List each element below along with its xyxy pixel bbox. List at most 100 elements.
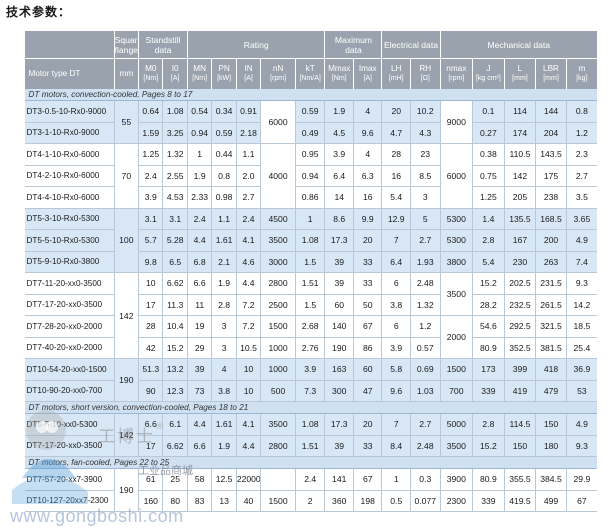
value-cell-lbr: 263 [535,251,567,273]
value-cell-in: 22000 [235,468,261,491]
value-cell-j: 80.9 [472,337,505,359]
value-cell-i0: 4.53 [162,186,188,209]
value-cell-lh: 4.7 [381,122,411,144]
value-cell-rh: 2.48 [409,272,441,295]
group-head-blank [24,31,115,59]
value-cell-l: 150 [503,435,536,457]
value-cell-mn: 83 [186,490,212,512]
table-row: DT7-17-20-xx0-3500 17 6.62 6.6 1.9 4.4 2800 1.5… [24,435,597,457]
value-cell-in: 10 [235,358,261,381]
section-pages: Pages 8 to 17 [141,90,193,99]
table-row: DT5-9-10-Rx0-3800 9.8 6.5 6.8 2.1 4.6 3000 1.5 3… [24,251,597,273]
section-title: DT motors, fan-cooled, Pages 22 to 25 [24,456,597,469]
value-cell-m: 9.3 [565,272,597,295]
value-cell-m0: 6.6 [138,413,163,436]
value-cell-j: 1.4 [472,208,505,230]
max-speed-cell: 6000 [439,143,473,209]
value-cell-mn: 73 [186,380,212,402]
column-unit: [mm] [512,75,528,82]
value-cell-rh: 0.077 [409,490,441,512]
section-header: DT motors, short version, convection-coo… [24,401,597,414]
value-cell-imax: 67 [352,468,382,491]
value-cell-kt: 7.3 [294,380,325,402]
value-cell-m0: 28 [138,315,163,338]
value-cell-mmax: 3.9 [324,143,354,166]
value-cell-pn: 0.8 [211,165,237,187]
value-cell-lbr: 204 [535,122,567,144]
value-cell-rh: 1.93 [409,251,441,273]
value-cell-lh: 12.9 [381,208,411,230]
value-cell-l: 292.5 [503,315,536,338]
value-cell-lbr: 144 [535,100,567,123]
table-row: DT5-5-10-Rx0-5300 5.7 5.28 4.4 1.61 4.1 3500 1.… [24,229,597,252]
value-cell-lbr: 479 [535,380,567,402]
value-cell-lbr: 150 [535,413,567,436]
value-cell-mn: 6.6 [186,435,212,457]
value-cell-kt: 1.08 [294,229,325,252]
value-cell-l: 352.5 [503,337,536,359]
column-head: MN [Nm] [186,58,212,89]
motor-type-cell: DT10-127-20xx7-2300 [24,490,115,512]
group-head-square-flange: Square flange [113,31,139,59]
column-head: RH [Ω] [409,58,441,89]
motor-type-cell: DT3-1-10-Rx0-9000 [24,122,115,144]
value-cell-j: 80.9 [472,468,505,491]
value-cell-mn: 11 [186,294,212,316]
value-cell-pn: 1.9 [211,435,237,457]
column-unit: [Nm] [331,75,347,82]
value-cell-i0: 6.1 [162,413,188,436]
value-cell-in: 4.1 [235,229,261,252]
value-cell-pn: 12.5 [211,468,237,491]
value-cell-lbr: 499 [535,490,567,512]
value-cell-m: 14.2 [565,294,597,316]
value-cell-lh: 7 [381,413,411,436]
value-cell-mmax: 39 [324,251,354,273]
column-symbol: MN [193,64,207,73]
value-cell-m0: 10 [138,272,163,295]
spec-table: Square flangeStandstill dataRatingMaximu… [24,31,597,512]
value-cell-mn: 39 [186,358,212,381]
value-cell-m: 67 [565,490,597,512]
value-cell-lh: 7 [381,229,411,252]
value-cell-rh: 1.03 [409,380,441,402]
value-cell-rh: 0.3 [409,468,441,491]
column-unit: [mm] [543,75,559,82]
value-cell-lh: 5.8 [381,358,411,381]
motor-type-head: Motor type DT [24,58,115,89]
value-cell-nmax: 1500 [439,358,473,381]
table-row: DT4-4-10-Rx0-6000 3.9 4.53 2.33 0.98 2.7 0.86 1… [24,186,597,209]
value-cell-mn: 1 [186,143,212,166]
value-cell-rh: 0.69 [409,358,441,381]
column-unit: [Nm] [192,75,208,82]
value-cell-j: 339 [472,490,505,512]
value-cell-pn: 0.44 [211,143,237,166]
value-cell-j: 54.6 [472,315,505,338]
value-cell-in: 10.5 [235,337,261,359]
value-cell-lh: 6.4 [381,251,411,273]
value-cell-in: 4.1 [235,413,261,436]
value-cell-lbr: 143.5 [535,143,567,166]
motor-type-cell: DT4-2-10-Rx0-6000 [24,165,115,187]
value-cell-pn: 2.8 [211,294,237,316]
column-symbol: nmax [446,64,467,73]
square-flange-cell: 142 [113,413,139,457]
column-unit: [kg] [576,75,588,82]
column-head: L [mm] [503,58,536,89]
value-cell-m: 29.9 [565,468,597,491]
value-cell-nn: 2800 [260,272,296,295]
value-cell-pn: 1.61 [211,413,237,436]
column-head: mm [113,58,139,89]
value-cell-lh: 3.9 [381,337,411,359]
group-head-electrical: Electrical data [381,31,441,59]
value-cell-nn: 500 [260,380,296,402]
value-cell-mmax: 39 [324,272,354,295]
value-cell-m: 1.2 [565,122,597,144]
square-flange-cell: 100 [113,208,139,273]
value-cell-imax: 9.9 [352,208,382,230]
value-cell-lh: 9.6 [381,380,411,402]
value-cell-in: 40 [235,490,261,512]
value-cell-m: 2.3 [565,143,597,166]
value-cell-j: 339 [472,380,505,402]
group-head-mechanical: Mechanical data [439,31,597,59]
column-unit: [kW] [217,75,232,82]
